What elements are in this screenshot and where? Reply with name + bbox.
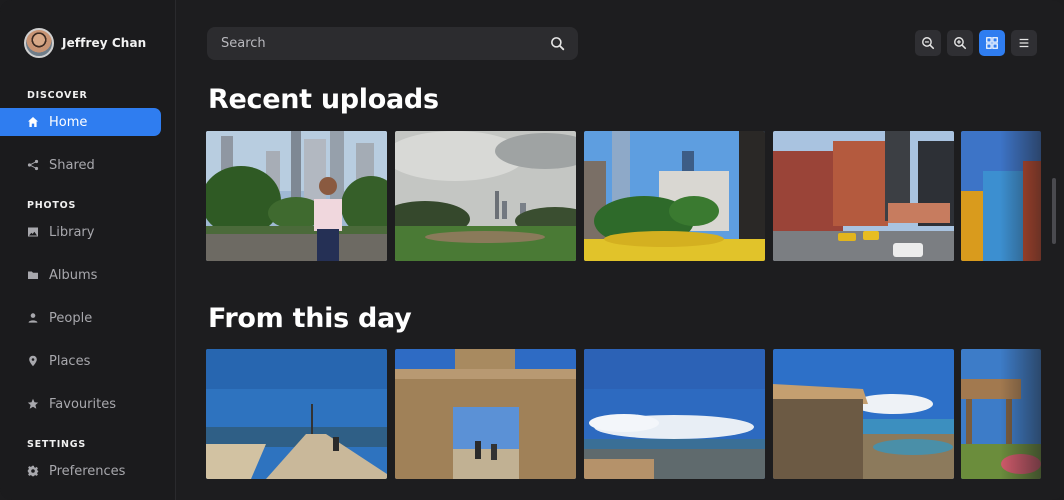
folder-icon [27, 269, 39, 281]
search-icon[interactable] [550, 36, 565, 51]
sidebar-item-favourites[interactable]: Favourites [0, 390, 161, 418]
search-input[interactable] [221, 36, 531, 51]
photo-thumbnail[interactable] [206, 131, 387, 261]
scrollbar[interactable] [1052, 178, 1056, 244]
image-icon [27, 226, 39, 238]
sidebar-item-label: Shared [49, 157, 95, 173]
share-icon [27, 159, 39, 171]
sidebar: Jeffrey Chan DISCOVER Home Shared PHOTOS… [0, 0, 176, 500]
home-icon [27, 116, 39, 128]
person-icon [27, 312, 39, 324]
gear-icon [27, 465, 39, 477]
sidebar-item-label: Library [49, 224, 95, 240]
location-pin-icon [27, 355, 39, 367]
sidebar-item-label: Favourites [49, 396, 116, 412]
photo-thumbnail[interactable] [395, 131, 576, 261]
profile-name: Jeffrey Chan [62, 36, 147, 50]
sidebar-item-albums[interactable]: Albums [0, 261, 161, 289]
zoom-out-icon [922, 37, 935, 50]
sidebar-item-label: People [49, 310, 93, 326]
grid-view-icon [986, 37, 998, 49]
sidebar-item-preferences[interactable]: Preferences [0, 457, 161, 485]
zoom-in-button[interactable] [947, 30, 973, 56]
search-bar[interactable] [207, 27, 578, 60]
sidebar-item-label: Places [49, 353, 91, 369]
list-view-button[interactable] [1011, 30, 1037, 56]
sidebar-item-library[interactable]: Library [0, 218, 161, 246]
section-heading-recent-uploads: Recent uploads [208, 84, 439, 115]
photo-thumbnail[interactable] [584, 349, 765, 479]
sidebar-item-label: Preferences [49, 463, 126, 479]
sidebar-item-label: Home [49, 114, 88, 130]
photo-thumbnail[interactable] [961, 349, 1041, 479]
sidebar-item-shared[interactable]: Shared [0, 151, 161, 179]
sidebar-item-people[interactable]: People [0, 304, 161, 332]
section-title-discover: DISCOVER [27, 90, 88, 101]
zoom-in-icon [954, 37, 967, 50]
section-heading-from-this-day: From this day [208, 303, 412, 334]
sidebar-item-places[interactable]: Places [0, 347, 161, 375]
avatar[interactable] [24, 28, 54, 58]
photo-thumbnail[interactable] [773, 349, 954, 479]
photos-app-window: Jeffrey Chan DISCOVER Home Shared PHOTOS… [0, 0, 1064, 500]
photo-thumbnail[interactable] [773, 131, 954, 261]
grid-view-button[interactable] [979, 30, 1005, 56]
user-profile[interactable]: Jeffrey Chan [24, 28, 146, 58]
list-view-icon [1019, 38, 1029, 48]
photo-thumbnail[interactable] [584, 131, 765, 261]
sidebar-item-home[interactable]: Home [0, 108, 161, 136]
section-title-photos: PHOTOS [27, 200, 77, 211]
photo-thumbnail[interactable] [395, 349, 576, 479]
zoom-out-button[interactable] [915, 30, 941, 56]
photo-thumbnail[interactable] [961, 131, 1041, 261]
photo-thumbnail[interactable] [206, 349, 387, 479]
sidebar-item-label: Albums [49, 267, 98, 283]
star-icon [27, 398, 39, 410]
section-title-settings: SETTINGS [27, 439, 87, 450]
